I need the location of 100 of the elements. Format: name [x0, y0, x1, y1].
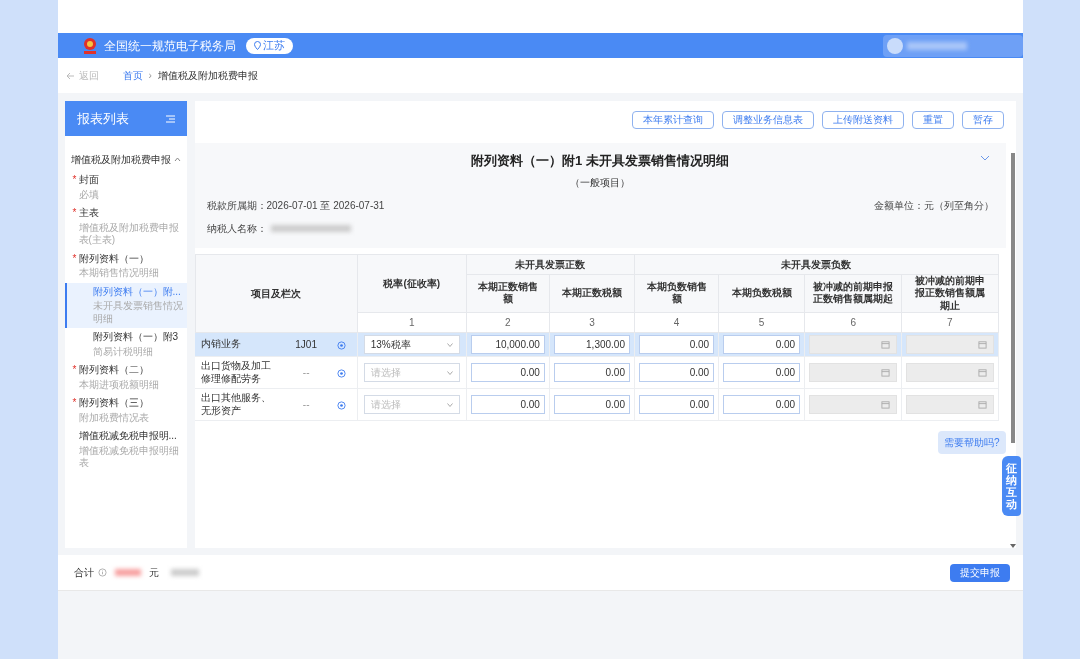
breadcrumb-link[interactable]: 首页 — [122, 68, 143, 83]
column-number: 3 — [549, 312, 635, 333]
required-mark: * — [72, 174, 78, 187]
sidebar-item-title: 封面 — [78, 174, 99, 187]
sidebar-item-subtitle: 简易计税明细 — [91, 345, 154, 358]
sidebar-item[interactable]: 附列资料（一）附3 简易计税明细 — [64, 328, 187, 361]
blurred-amount-words — [170, 569, 199, 576]
calendar-icon — [977, 368, 987, 377]
sidebar-item-title: 附列资料（二） — [78, 364, 149, 377]
required-mark: * — [72, 207, 78, 220]
breadcrumb-separator: › — [148, 69, 152, 83]
table-header: 项目及栏次 — [195, 254, 358, 333]
calendar-icon — [881, 340, 891, 349]
required-mark: * — [72, 397, 78, 410]
column-number: 2 — [466, 312, 550, 333]
calendar-icon — [977, 340, 987, 349]
toolbar-button[interactable]: 调整业务信息表 — [721, 111, 814, 129]
sidebar-item-title: 附列资料（一）附... — [92, 285, 181, 298]
dropdown-caret-icon — [446, 402, 453, 407]
table-row[interactable]: 出口货物及加工修理修配劳务 -- 请选择 0.00 0.00 0.00 0.00 — [195, 356, 998, 389]
required-mark: * — [72, 364, 78, 377]
calendar-icon — [881, 400, 891, 409]
sidebar-item-subtitle: 本期进项税额明细 — [77, 378, 160, 391]
submit-button[interactable]: 提交申报 — [949, 563, 1010, 582]
sidebar-item[interactable]: * 附列资料（一） 本期销售情况明细 — [64, 249, 187, 283]
table-header: 税率(征收率) — [357, 254, 467, 313]
row-code: 1J01 — [295, 339, 317, 350]
amount-input[interactable]: 0.00 — [723, 395, 801, 414]
avatar-icon — [886, 37, 903, 54]
calendar-icon — [881, 368, 891, 377]
sidebar-item-subtitle: 本期销售情况明细 — [77, 267, 160, 280]
amount-input[interactable]: 1,300.00 — [553, 335, 630, 354]
amount-input[interactable]: 0.00 — [553, 363, 630, 382]
amount-unit: 金额单位：元（列至角分） — [873, 198, 994, 213]
amount-input[interactable]: 0.00 — [639, 363, 715, 382]
amount-input[interactable]: 0.00 — [470, 395, 545, 414]
blurred-amount — [114, 569, 141, 576]
row-code: -- — [302, 367, 310, 378]
form-title: 附列资料（一）附1 未开具发票销售情况明细 — [471, 152, 729, 170]
chevron-icon — [173, 157, 181, 162]
column-number: 6 — [804, 312, 902, 333]
dropdown-caret-icon — [446, 342, 453, 347]
rate-select[interactable]: 13%税率 — [363, 335, 460, 354]
location-icon — [253, 41, 261, 50]
table-group-header: 未开具发票正数 — [466, 254, 635, 274]
sidebar-group[interactable]: 增值税及附加税费申报 — [64, 148, 187, 171]
sidebar-item-subtitle: 必填 — [77, 188, 100, 201]
sidebar-item[interactable]: 附列资料（一）附... 未开具发票销售情况明细 — [64, 282, 187, 328]
emblem-icon — [81, 36, 98, 55]
total-unit: 元 — [148, 566, 159, 580]
sidebar-item-subtitle: 附加税费情况表 — [77, 411, 150, 424]
sidebar-item-subtitle: 未开具发票销售情况明细 — [91, 300, 183, 325]
required-mark: * — [72, 252, 78, 265]
amount-input[interactable]: 0.00 — [639, 395, 715, 414]
sidebar-item[interactable]: * 附列资料（三） 附加税费情况表 — [64, 394, 187, 427]
form-subtitle: （一般项目） — [570, 175, 630, 190]
row-name: 出口货物及加工修理修配劳务 — [201, 360, 272, 385]
site-title: 全国统一规范电子税务局 — [103, 37, 236, 55]
amount-input[interactable]: 0.00 — [723, 335, 801, 354]
toolbar-button[interactable]: 上传附送资料 — [821, 111, 904, 129]
sidebar-item-subtitle: 增值税及附加税费申报表(主表) — [77, 221, 180, 247]
column-number: 7 — [901, 312, 998, 333]
column-number: 1 — [357, 312, 467, 333]
collapse-chevron-icon[interactable] — [979, 155, 990, 161]
list-icon[interactable] — [165, 114, 175, 123]
row-name: 内销业务 — [201, 338, 242, 351]
table-row[interactable]: 内销业务 1J01 13%税率 10,000.00 1,300.00 0.00 0.00 — [195, 332, 998, 357]
tax-period: 税款所属期：2026-07-01 至 2026-07-31 — [206, 198, 385, 213]
amount-input[interactable]: 0.00 — [639, 335, 715, 354]
sidebar-item-title: 附列资料（三） — [78, 397, 149, 410]
toolbar-button[interactable]: 重置 — [911, 111, 954, 129]
blurred-user-name — [906, 41, 967, 50]
sidebar-item[interactable]: * 附列资料（二） 本期进项税额明细 — [64, 361, 187, 394]
table-row[interactable]: 出口其他服务、无形资产 -- 请选择 0.00 0.00 0.00 0.00 — [195, 388, 998, 421]
breadcrumb-current: 增值税及附加税费申报 — [157, 69, 258, 83]
amount-input[interactable]: 0.00 — [723, 363, 801, 382]
table-header: 本期正数税额 — [549, 274, 635, 313]
region-badge[interactable]: 江苏 — [245, 37, 293, 54]
table-header: 被冲减的前期申报正数销售额属期起 — [804, 274, 902, 313]
sidebar-item[interactable]: * 封面 必填 — [64, 171, 187, 204]
total-label: 合计 — [73, 566, 94, 580]
amount-input[interactable]: 0.00 — [470, 363, 545, 382]
sidebar-title: 报表列表 — [76, 109, 129, 128]
sidebar-item-title: 主表 — [78, 207, 99, 220]
column-number: 4 — [634, 312, 719, 333]
back-arrow-icon — [65, 71, 75, 80]
sidebar-item[interactable]: * 主表 增值税及附加税费申报表(主表) — [64, 204, 187, 250]
amount-input[interactable]: 10,000.00 — [470, 335, 545, 354]
row-name: 出口其他服务、无形资产 — [201, 392, 272, 417]
toolbar-button[interactable]: 暂存 — [961, 111, 1004, 129]
sidebar-item[interactable]: 增值税减免税申报明... 增值税减免税申报明细表 — [64, 427, 187, 473]
info-icon — [97, 568, 107, 577]
user-badge[interactable] — [882, 34, 1023, 57]
row-code: -- — [302, 399, 310, 410]
amount-input[interactable]: 0.00 — [553, 395, 630, 414]
toolbar-button[interactable]: 本年累计查询 — [631, 111, 714, 129]
sidebar-item-subtitle: 增值税减免税申报明细表 — [77, 444, 180, 470]
dropdown-caret-icon — [446, 370, 453, 375]
scroll-down-arrow-icon[interactable] — [1009, 544, 1016, 548]
table-header: 被冲减的前期申报正数销售额属期止 — [901, 274, 998, 313]
